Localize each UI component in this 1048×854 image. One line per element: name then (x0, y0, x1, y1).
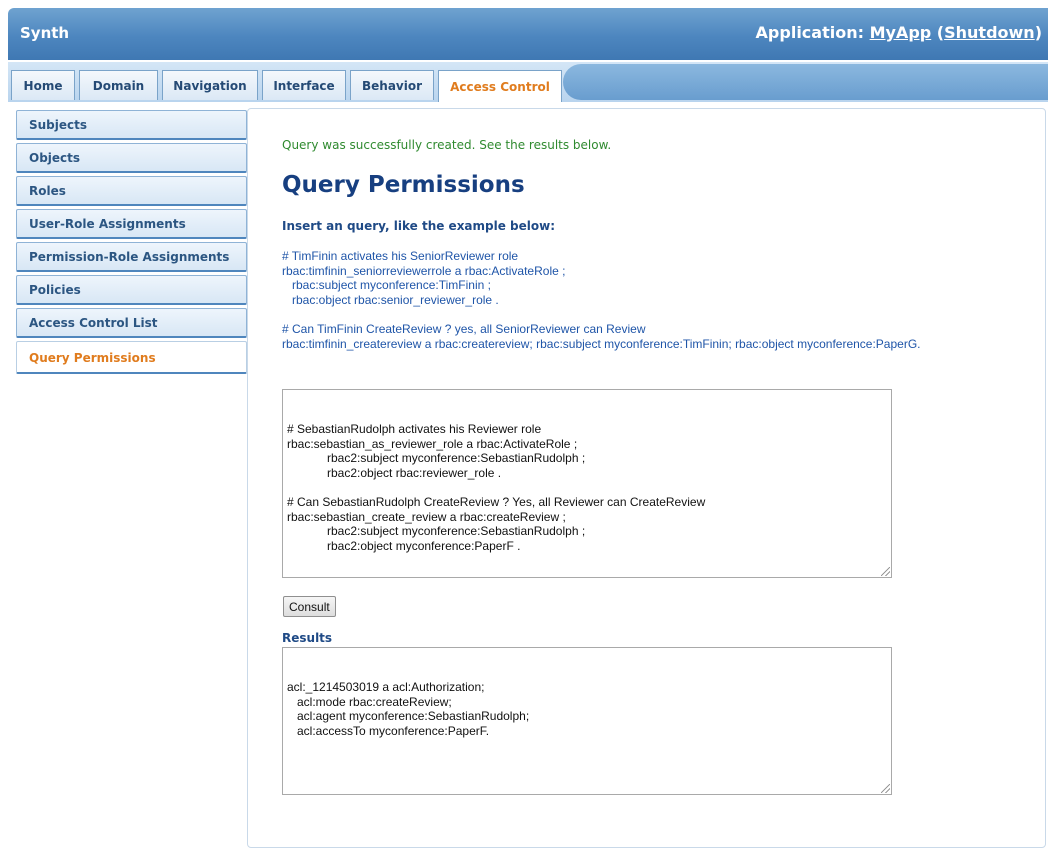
main-tab-bar: Home Domain Navigation Interface Behavio… (8, 62, 1048, 102)
application-prefix: Application: (755, 23, 870, 42)
sidebar: Subjects Objects Roles User-Role Assignm… (16, 110, 247, 377)
tab-interface[interactable]: Interface (262, 70, 346, 100)
resize-grip-icon[interactable] (881, 567, 890, 576)
sidebar-item-policies[interactable]: Policies (16, 275, 247, 305)
shutdown-link[interactable]: Shutdown (944, 23, 1035, 42)
paren-open: ( (931, 23, 945, 42)
query-example: # TimFinin activates his SeniorReviewer … (282, 249, 921, 351)
tab-home[interactable]: Home (11, 70, 75, 100)
results-textarea-value: acl:_1214503019 a acl:Authorization; acl… (287, 680, 530, 738)
sidebar-item-objects[interactable]: Objects (16, 143, 247, 173)
results-textarea[interactable]: acl:_1214503019 a acl:Authorization; acl… (282, 647, 892, 795)
paren-close: ) (1034, 23, 1042, 42)
tab-access-control[interactable]: Access Control (438, 70, 562, 102)
success-message: Query was successfully created. See the … (282, 138, 612, 152)
tab-behavior[interactable]: Behavior (350, 70, 434, 100)
sidebar-item-user-role-assignments[interactable]: User-Role Assignments (16, 209, 247, 239)
tab-domain[interactable]: Domain (79, 70, 158, 100)
page-title: Query Permissions (282, 172, 525, 198)
sidebar-item-query-permissions[interactable]: Query Permissions (16, 341, 247, 374)
sidebar-item-subjects[interactable]: Subjects (16, 110, 247, 140)
application-info: Application: MyApp (Shutdown) (756, 23, 1042, 42)
app-header: Synth Application: MyApp (Shutdown) (8, 8, 1048, 60)
brand-title: Synth (20, 24, 70, 42)
tab-navigation[interactable]: Navigation (162, 70, 258, 100)
query-textarea-value: # SebastianRudolph activates his Reviewe… (287, 422, 706, 553)
query-instruction: Insert an query, like the example below: (282, 219, 556, 233)
sidebar-item-roles[interactable]: Roles (16, 176, 247, 206)
tab-bar-decoration (563, 64, 1048, 100)
results-label: Results (282, 631, 333, 645)
sidebar-item-access-control-list[interactable]: Access Control List (16, 308, 247, 338)
query-textarea[interactable]: # SebastianRudolph activates his Reviewe… (282, 389, 892, 578)
sidebar-item-permission-role-assignments[interactable]: Permission-Role Assignments (16, 242, 247, 272)
resize-grip-icon[interactable] (881, 784, 890, 793)
app-name-link[interactable]: MyApp (870, 23, 932, 42)
consult-button[interactable]: Consult (283, 596, 336, 617)
